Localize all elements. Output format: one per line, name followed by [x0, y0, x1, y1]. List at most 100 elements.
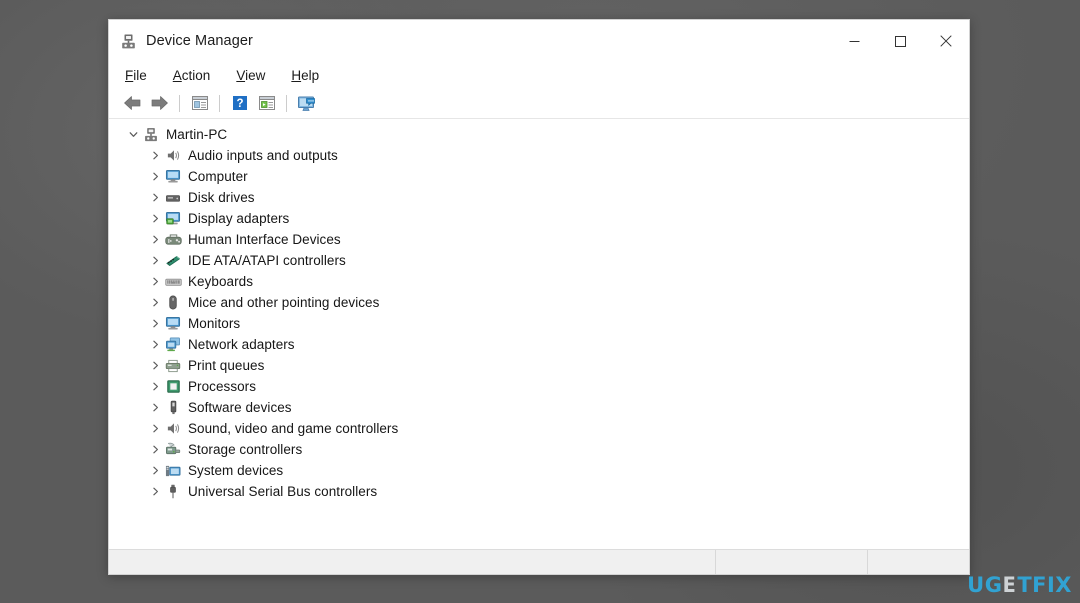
toolbar-separator-2 [219, 94, 220, 112]
keyboard-icon [164, 274, 182, 290]
window-title: Device Manager [146, 33, 253, 49]
menu-view[interactable]: View [234, 66, 267, 85]
tree-node-root[interactable]: Martin-PC [109, 124, 969, 145]
tree-item-label: Human Interface Devices [188, 232, 341, 247]
expanded-chevron-icon[interactable] [125, 130, 142, 139]
toolbar-separator-3 [286, 94, 287, 112]
tree-item-label: System devices [188, 463, 284, 478]
scan-hardware-button[interactable] [293, 91, 320, 115]
help-button[interactable]: ? [226, 91, 253, 115]
system-device-icon [164, 463, 182, 479]
collapsed-chevron-icon[interactable] [147, 235, 164, 244]
update-driver-icon [258, 96, 275, 110]
network-adapter-icon [164, 337, 182, 353]
mouse-icon [164, 295, 182, 311]
software-device-icon [164, 400, 182, 416]
status-pane-1 [109, 550, 716, 574]
menu-view-accel: V [236, 67, 246, 83]
tree-item-universal-serial-bus-controllers[interactable]: Universal Serial Bus controllers [109, 481, 969, 502]
collapsed-chevron-icon[interactable] [147, 151, 164, 160]
tree-item-computer[interactable]: Computer [109, 166, 969, 187]
tree-item-label: Universal Serial Bus controllers [188, 484, 378, 499]
collapsed-chevron-icon[interactable] [147, 445, 164, 454]
tree-item-label: Display adapters [188, 211, 290, 226]
help-question-icon: ? [232, 96, 247, 110]
collapsed-chevron-icon[interactable] [147, 487, 164, 496]
tree-item-disk-drives[interactable]: Disk drives [109, 187, 969, 208]
menu-action[interactable]: Action [171, 66, 213, 85]
tree-item-processors[interactable]: Processors [109, 376, 969, 397]
close-button[interactable] [923, 20, 969, 62]
collapsed-chevron-icon[interactable] [147, 403, 164, 412]
printer-icon [164, 358, 182, 374]
maximize-button[interactable] [877, 20, 923, 62]
device-manager-window: Device Manager File Action View Help ? M… [108, 19, 970, 575]
minimize-button[interactable] [831, 20, 877, 62]
tree-item-sound-video-and-game-controllers[interactable]: Sound, video and game controllers [109, 418, 969, 439]
tree-item-storage-controllers[interactable]: Storage controllers [109, 439, 969, 460]
tree-item-human-interface-devices[interactable]: Human Interface Devices [109, 229, 969, 250]
tree-item-label: Keyboards [188, 274, 253, 289]
device-manager-icon [120, 33, 137, 50]
toolbar: ? [109, 88, 969, 119]
speaker-icon [164, 148, 182, 164]
menu-file-accel: F [125, 67, 134, 83]
collapsed-chevron-icon[interactable] [147, 214, 164, 223]
forward-arrow-icon [151, 96, 168, 110]
tree-item-software-devices[interactable]: Software devices [109, 397, 969, 418]
watermark-part-3: TFIX [1017, 573, 1072, 597]
svg-text:?: ? [236, 98, 243, 110]
collapsed-chevron-icon[interactable] [147, 319, 164, 328]
menu-bar: File Action View Help [109, 62, 969, 88]
collapsed-chevron-icon[interactable] [147, 466, 164, 475]
tree-item-print-queues[interactable]: Print queues [109, 355, 969, 376]
menu-file[interactable]: File [123, 66, 149, 85]
tree-item-label: Mice and other pointing devices [188, 295, 380, 310]
collapsed-chevron-icon[interactable] [147, 361, 164, 370]
watermark-part-2: E [1003, 573, 1017, 597]
collapsed-chevron-icon[interactable] [147, 193, 164, 202]
title-bar[interactable]: Device Manager [109, 20, 969, 62]
device-tree-panel[interactable]: Martin-PC Audio inputs and outputs Compu… [109, 119, 969, 549]
collapsed-chevron-icon[interactable] [147, 298, 164, 307]
back-button[interactable] [119, 91, 146, 115]
menu-help[interactable]: Help [289, 66, 321, 85]
collapsed-chevron-icon[interactable] [147, 256, 164, 265]
collapsed-chevron-icon[interactable] [147, 340, 164, 349]
tree-item-label: Disk drives [188, 190, 255, 205]
collapsed-chevron-icon[interactable] [147, 172, 164, 181]
disk-drive-icon [164, 190, 182, 206]
properties-icon [191, 96, 208, 110]
tree-item-label: Processors [188, 379, 257, 394]
collapsed-chevron-icon[interactable] [147, 382, 164, 391]
tree-item-network-adapters[interactable]: Network adapters [109, 334, 969, 355]
tree-item-monitors[interactable]: Monitors [109, 313, 969, 334]
update-driver-button[interactable] [253, 91, 280, 115]
tree-item-label: Software devices [188, 400, 292, 415]
collapsed-chevron-icon[interactable] [147, 277, 164, 286]
ugetfix-watermark: UG E TFIX [967, 573, 1072, 597]
storage-controller-icon [164, 442, 182, 458]
tree-item-mice-and-other-pointing-devices[interactable]: Mice and other pointing devices [109, 292, 969, 313]
back-arrow-icon [124, 96, 141, 110]
properties-button[interactable] [186, 91, 213, 115]
status-pane-2 [716, 550, 868, 574]
title-bar-left: Device Manager [109, 33, 253, 50]
device-tree: Martin-PC Audio inputs and outputs Compu… [109, 124, 969, 502]
tree-item-label: Print queues [188, 358, 265, 373]
forward-button[interactable] [146, 91, 173, 115]
tree-item-audio-inputs-and-outputs[interactable]: Audio inputs and outputs [109, 145, 969, 166]
menu-help-rest: elp [301, 67, 320, 83]
collapsed-chevron-icon[interactable] [147, 424, 164, 433]
ide-controller-icon [164, 253, 182, 269]
scan-hardware-icon [297, 96, 315, 111]
tree-item-system-devices[interactable]: System devices [109, 460, 969, 481]
close-icon [940, 35, 952, 47]
tree-item-keyboards[interactable]: Keyboards [109, 271, 969, 292]
minimize-icon [849, 40, 859, 42]
tree-item-display-adapters[interactable]: Display adapters [109, 208, 969, 229]
tree-item-ide-ata-atapi-controllers[interactable]: IDE ATA/ATAPI controllers [109, 250, 969, 271]
monitor-icon [164, 169, 182, 185]
menu-action-rest: ction [181, 67, 211, 83]
window-controls [831, 20, 969, 62]
